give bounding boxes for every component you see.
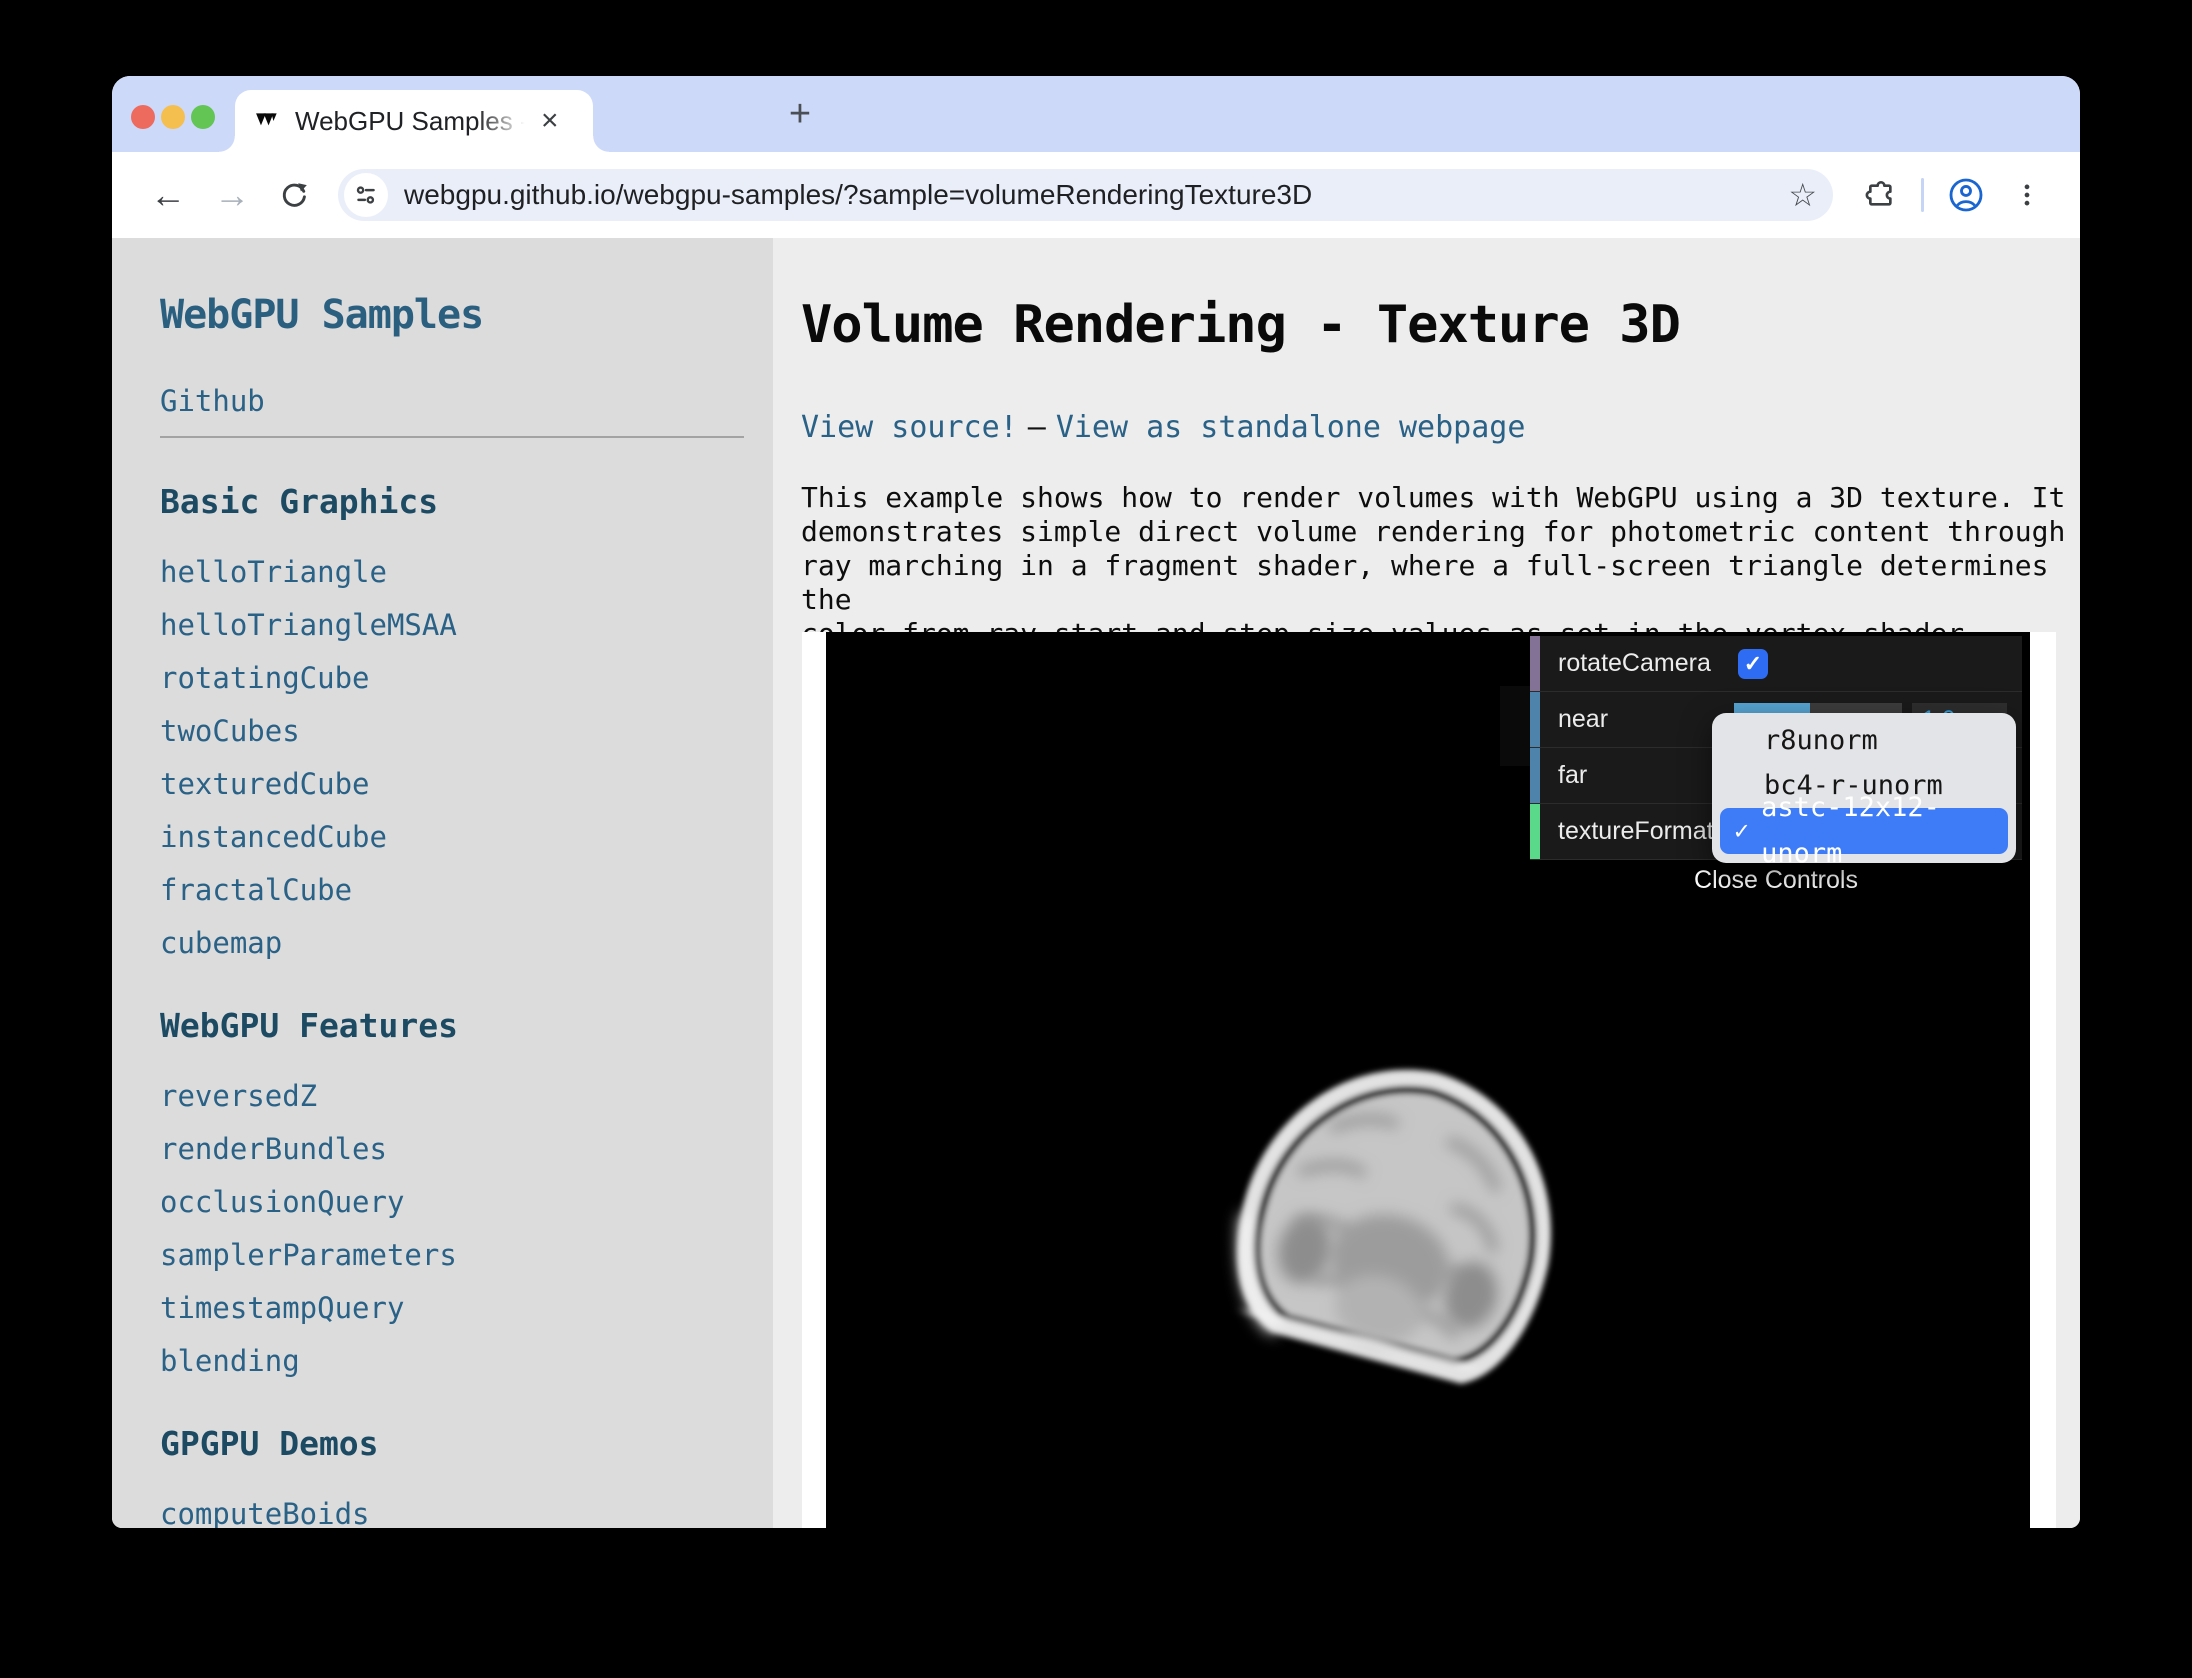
description-line: ray marching in a fragment shader, where… <box>801 549 2080 617</box>
sample-links-row: View source! — View as standalone webpage <box>801 410 2080 445</box>
bookmark-star-icon[interactable]: ☆ <box>1788 176 1817 214</box>
sidebar-item-computeBoids[interactable]: computeBoids <box>160 1499 773 1528</box>
view-source-link[interactable]: View source! <box>801 410 1018 445</box>
tab-close-icon[interactable]: × <box>541 106 559 136</box>
sidebar-item-texturedCube[interactable]: texturedCube <box>160 769 773 799</box>
dropdown-option-astc-12x12-unorm[interactable]: ✓ astc-12x12-unorm <box>1720 808 2008 854</box>
browser-tab[interactable]: WebGPU Samples - Volume R × <box>235 90 593 152</box>
back-icon[interactable]: ← <box>150 177 186 213</box>
sidebar-item-instancedCube[interactable]: instancedCube <box>160 822 773 852</box>
selected-check-icon: ✓ <box>1734 808 1749 854</box>
description-line: This example shows how to render volumes… <box>801 481 2080 515</box>
section-links-webgpu-features: reversedZ renderBundles occlusionQuery s… <box>160 1081 773 1376</box>
zoom-window-button[interactable] <box>191 105 215 129</box>
url-bar[interactable]: webgpu.github.io/webgpu-samples/?sample=… <box>338 169 1833 221</box>
gui-label-near: near <box>1558 705 1730 734</box>
sidebar-title: WebGPU Samples <box>160 292 773 338</box>
toolbar-divider <box>1921 178 1924 212</box>
link-separator: — <box>1028 410 1046 445</box>
sidebar-item-renderBundles[interactable]: renderBundles <box>160 1134 773 1164</box>
brain-mri-render <box>1160 1027 1620 1497</box>
browser-window: WebGPU Samples - Volume R × + ← → <box>112 76 2080 1528</box>
close-window-button[interactable] <box>131 105 155 129</box>
menu-kebab-icon[interactable] <box>2012 180 2042 210</box>
dropdown-option-r8unorm[interactable]: r8unorm <box>1712 718 2016 763</box>
gui-label-far: far <box>1558 761 1730 790</box>
row-type-bar-string <box>1530 804 1540 859</box>
sidebar-item-helloTriangle[interactable]: helloTriangle <box>160 557 773 587</box>
sidebar-item-cubemap[interactable]: cubemap <box>160 928 773 958</box>
section-links-basic-graphics: helloTriangle helloTriangleMSAA rotating… <box>160 557 773 958</box>
tab-title: WebGPU Samples - Volume R <box>295 106 533 137</box>
page-title: Volume Rendering - Texture 3D <box>801 294 2080 356</box>
section-heading-basic-graphics: Basic Graphics <box>160 482 773 521</box>
sidebar-item-helloTriangleMSAA[interactable]: helloTriangleMSAA <box>160 610 773 640</box>
sidebar-item-rotatingCube[interactable]: rotatingCube <box>160 663 773 693</box>
site-settings-icon[interactable] <box>344 173 388 217</box>
sample-description: This example shows how to render volumes… <box>801 481 2080 651</box>
section-links-gpgpu-demos: computeBoids <box>160 1499 773 1528</box>
sidebar-divider <box>160 436 744 438</box>
minimize-window-button[interactable] <box>161 105 185 129</box>
section-heading-webgpu-features: WebGPU Features <box>160 1006 773 1045</box>
description-line: demonstrates simple direct volume render… <box>801 515 2080 549</box>
url-text[interactable]: webgpu.github.io/webgpu-samples/?sample=… <box>404 179 1778 211</box>
samples-sidebar: WebGPU Samples Github Basic Graphics hel… <box>112 238 773 1528</box>
extensions-icon[interactable] <box>1865 179 1897 211</box>
github-link[interactable]: Github <box>160 384 773 418</box>
browser-toolbar: ← → webgpu.github.io/webgpu-samples/?sam… <box>112 152 2080 238</box>
sidebar-item-timestampQuery[interactable]: timestampQuery <box>160 1293 773 1323</box>
new-tab-button[interactable]: + <box>780 94 820 134</box>
gui-label-textureFormat: textureFormat <box>1558 817 1730 846</box>
gui-row-rotateCamera: rotateCamera ✓ <box>1530 636 2022 692</box>
sidebar-item-fractalCube[interactable]: fractalCube <box>160 875 773 905</box>
tab-title-fade <box>477 106 533 137</box>
profile-avatar-icon[interactable] <box>1948 177 1984 213</box>
gui-label-rotateCamera: rotateCamera <box>1558 649 1730 678</box>
reload-icon[interactable] <box>278 179 310 211</box>
dropdown-option-label: astc-12x12-unorm <box>1761 785 2008 877</box>
row-type-bar-boolean <box>1530 636 1540 691</box>
sample-main: Volume Rendering - Texture 3D View sourc… <box>773 238 2080 1528</box>
sidebar-item-occlusionQuery[interactable]: occlusionQuery <box>160 1187 773 1217</box>
rotateCamera-checkbox[interactable]: ✓ <box>1738 649 1768 679</box>
sidebar-item-reversedZ[interactable]: reversedZ <box>160 1081 773 1111</box>
sidebar-item-blending[interactable]: blending <box>160 1346 773 1376</box>
section-heading-gpgpu-demos: GPGPU Demos <box>160 1424 773 1463</box>
traffic-lights <box>131 105 215 129</box>
sidebar-item-samplerParameters[interactable]: samplerParameters <box>160 1240 773 1270</box>
demo-iframe: rotateCamera ✓ near 1.0 far <box>802 632 2056 1528</box>
page-content: WebGPU Samples Github Basic Graphics hel… <box>112 238 2080 1528</box>
standalone-webpage-link[interactable]: View as standalone webpage <box>1056 410 1526 445</box>
forward-icon[interactable]: → <box>214 177 250 213</box>
webgpu-favicon-icon <box>255 108 281 134</box>
row-type-bar-number <box>1530 748 1540 803</box>
sidebar-item-twoCubes[interactable]: twoCubes <box>160 716 773 746</box>
tab-strip: WebGPU Samples - Volume R × + <box>112 76 2080 152</box>
webgpu-canvas[interactable]: rotateCamera ✓ near 1.0 far <box>826 632 2030 1528</box>
textureFormat-dropdown-menu: r8unorm bc4-r-unorm ✓ astc-12x12-unorm <box>1712 713 2016 863</box>
row-type-bar-number <box>1530 692 1540 747</box>
